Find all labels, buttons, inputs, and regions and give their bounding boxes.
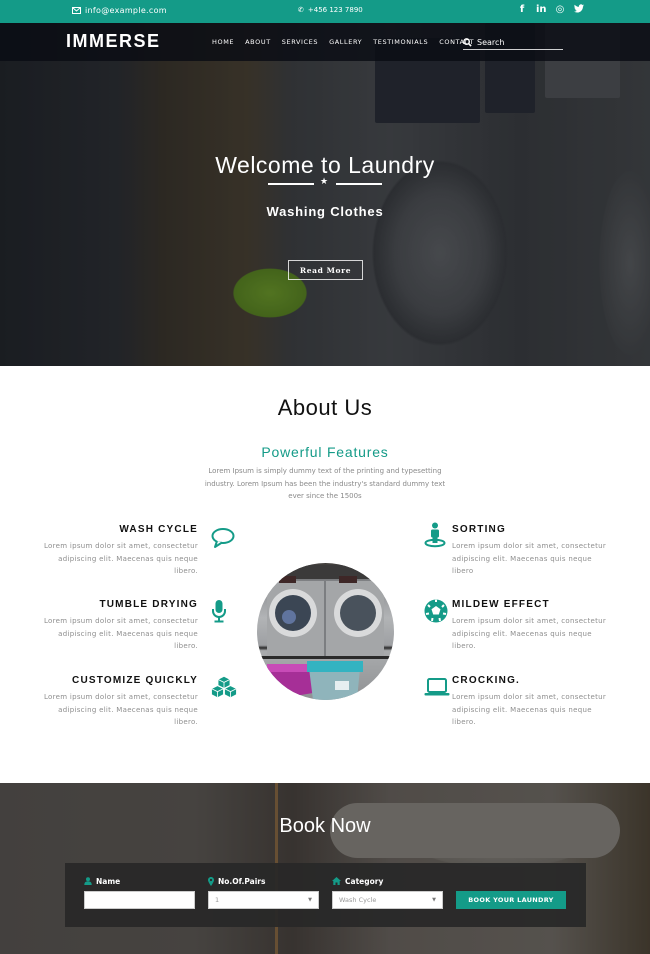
street-view-icon [422, 522, 448, 548]
hero-divider: ★ [268, 177, 382, 187]
feature-text: Lorem ipsum dolor sit amet, consectetur … [452, 617, 607, 650]
name-label: Name [84, 876, 195, 886]
instagram-icon[interactable]: ◎ [555, 4, 565, 16]
book-now-title: Book Now [279, 815, 371, 837]
about-title: About Us [277, 395, 373, 420]
hero-banner [0, 23, 650, 366]
feature-crocking: CROCKING. Lorem ipsum dolor sit amet, co… [452, 675, 612, 729]
nav-item-home[interactable]: HOME [212, 38, 234, 46]
site-logo[interactable]: IMMERSE [66, 31, 161, 52]
divider-line [336, 183, 382, 185]
user-icon [84, 877, 92, 885]
feature-title: MILDEW EFFECT [452, 599, 550, 610]
feature-sorting: SORTING Lorem ipsum dolor sit amet, cons… [452, 524, 612, 578]
hero-subtitle: Washing Clothes [266, 204, 384, 219]
feature-text: Lorem ipsum dolor sit amet, consectetur … [452, 693, 607, 726]
name-input[interactable] [84, 891, 195, 909]
features-title: Powerful Features [261, 444, 389, 460]
speech-bubble-icon [210, 525, 236, 551]
map-marker-icon [208, 876, 214, 886]
dropdown-arrow-icon: ▼ [432, 897, 436, 903]
category-value: Wash Cycle [339, 896, 377, 904]
email-text: info@example.com [85, 6, 167, 15]
pairs-select[interactable]: 1 ▼ [208, 891, 319, 909]
feature-mildew-effect: MILDEW EFFECT Lorem ipsum dolor sit amet… [452, 599, 612, 653]
feature-text: Lorem ipsum dolor sit amet, consectetur … [452, 542, 607, 575]
feature-text: Lorem ipsum dolor sit amet, consectetur … [43, 693, 198, 726]
search-input[interactable] [477, 38, 557, 47]
category-field: Category Wash Cycle ▼ [332, 876, 443, 909]
divider-line [268, 183, 314, 185]
about-description: Lorem Ipsum is simply dummy text of the … [204, 467, 446, 500]
nav-item-about[interactable]: ABOUT [245, 38, 271, 46]
feature-tumble-drying: TUMBLE DRYING Lorem ipsum dolor sit amet… [38, 599, 198, 653]
category-label: Category [332, 876, 443, 886]
feature-title: CUSTOMIZE QUICKLY [72, 675, 198, 686]
feature-text: Lorem ipsum dolor sit amet, consectetur … [43, 542, 198, 575]
feature-title: TUMBLE DRYING [99, 599, 198, 610]
search-icon[interactable] [463, 38, 472, 47]
hero-title: Welcome to Laundry [215, 152, 435, 178]
laundromat-photo [257, 563, 394, 700]
book-laundry-button[interactable]: BOOK YOUR LAUNDRY [456, 891, 566, 909]
star-icon: ★ [320, 177, 329, 187]
pairs-label: No.Of.Pairs [208, 876, 319, 886]
phone-icon: ✆ [298, 6, 304, 14]
name-field: Name [84, 876, 195, 909]
cubes-icon [211, 674, 237, 700]
social-links: f in ◎ [517, 4, 584, 16]
top-contact-bar: info@example.com ✆ +456 123 7890 f in ◎ [0, 0, 650, 23]
pairs-value: 1 [215, 896, 220, 904]
dropdown-arrow-icon: ▼ [308, 897, 312, 903]
search-box [463, 36, 563, 50]
email-contact[interactable]: info@example.com [72, 6, 167, 15]
home-icon [332, 877, 341, 885]
feature-text: Lorem ipsum dolor sit amet, consectetur … [43, 617, 198, 650]
feature-customize-quickly: CUSTOMIZE QUICKLY Lorem ipsum dolor sit … [38, 675, 198, 729]
booking-form: Name No.Of.Pairs 1 ▼ Category Wash Cycle… [65, 863, 586, 927]
envelope-icon [72, 7, 81, 14]
facebook-icon[interactable]: f [517, 4, 527, 16]
phone-contact[interactable]: ✆ +456 123 7890 [298, 6, 363, 14]
read-more-button[interactable]: Read More [288, 260, 363, 280]
microphone-icon [206, 598, 232, 624]
feature-title: CROCKING. [452, 675, 521, 686]
category-select[interactable]: Wash Cycle ▼ [332, 891, 443, 909]
soccer-ball-icon [423, 598, 449, 624]
twitter-icon[interactable] [574, 4, 584, 16]
nav-item-testimonials[interactable]: TESTIMONIALS [373, 38, 428, 46]
nav-item-gallery[interactable]: GALLERY [329, 38, 362, 46]
feature-title: SORTING [452, 524, 506, 535]
phone-text: +456 123 7890 [307, 6, 363, 14]
nav-item-services[interactable]: SERVICES [282, 38, 318, 46]
feature-wash-cycle: WASH CYCLE Lorem ipsum dolor sit amet, c… [38, 524, 198, 578]
laptop-icon [424, 674, 450, 700]
nav-menu: HOME ABOUT SERVICES GALLERY TESTIMONIALS… [212, 38, 474, 46]
hero-overlay [0, 23, 650, 366]
linkedin-icon[interactable]: in [536, 4, 547, 16]
pairs-field: No.Of.Pairs 1 ▼ [208, 876, 319, 909]
main-navbar: IMMERSE HOME ABOUT SERVICES GALLERY TEST… [0, 23, 650, 61]
feature-title: WASH CYCLE [119, 524, 198, 535]
laundromat-illustration [257, 565, 394, 700]
